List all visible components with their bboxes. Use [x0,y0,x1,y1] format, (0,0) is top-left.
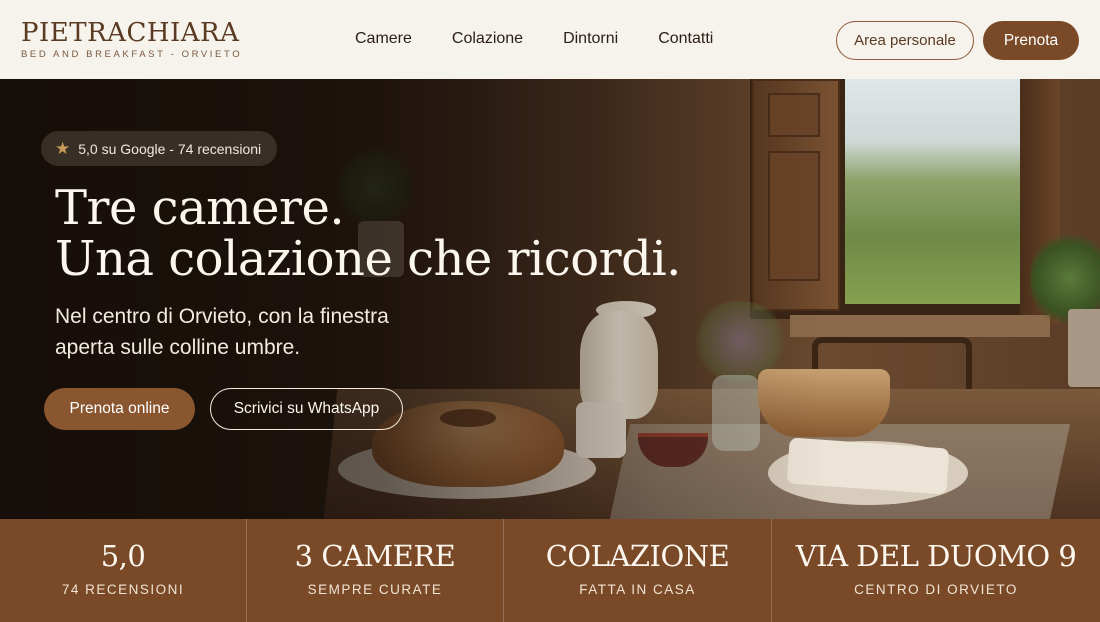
account-button[interactable]: Area personale [836,21,974,60]
hero-subtitle-line-1: Nel centro di Orvieto, con la finestra [55,305,389,328]
book-button[interactable]: Prenota [983,21,1079,60]
hero-subtitle: Nel centro di Orvieto, con la finestra a… [55,301,455,363]
nav-item-contatti[interactable]: Contatti [658,30,713,48]
stat-value: VIA DEL DUOMO 9 [795,539,1077,573]
star-icon: ★ [55,138,71,158]
stats-bar: 5,0 74 RECENSIONI 3 CAMERE SEMPRE CURATE… [0,519,1100,622]
whatsapp-button[interactable]: Scrivici su WhatsApp [210,388,403,430]
nav-item-camere[interactable]: Camere [355,30,412,48]
brand-logo[interactable]: PIETRACHIARA BED AND BREAKFAST - ORVIETO [21,19,242,60]
stat-label: 74 RECENSIONI [61,582,185,597]
nav-item-colazione[interactable]: Colazione [452,30,523,48]
stat-rooms: 3 CAMERE SEMPRE CURATE [247,519,504,622]
stat-label: CENTRO DI ORVIETO [854,582,1018,597]
stat-address: VIA DEL DUOMO 9 CENTRO DI ORVIETO [772,519,1100,622]
rating-text: 5,0 su Google - 74 recensioni [78,140,262,157]
stat-breakfast: COLAZIONE FATTA IN CASA [504,519,772,622]
book-online-button[interactable]: Prenota online [44,388,195,430]
stat-rating: 5,0 74 RECENSIONI [0,519,247,622]
hero-subtitle-line-2: aperta sulle colline umbre. [55,336,301,359]
hero-title: Tre camere. Una colazione che ricordi. [55,183,681,285]
stat-label: FATTA IN CASA [579,582,696,597]
hero-title-line-1: Tre camere. [55,180,345,236]
stat-value: 3 CAMERE [294,539,456,573]
hero-title-line-2: Una colazione che ricordi. [55,231,681,287]
stat-value: 5,0 [100,539,146,573]
rating-badge[interactable]: ★ 5,0 su Google - 74 recensioni [41,131,278,166]
stat-value: COLAZIONE [545,539,730,573]
nav-item-dintorni[interactable]: Dintorni [563,30,618,48]
brand-name: PIETRACHIARA [21,18,240,48]
site-header: PIETRACHIARA BED AND BREAKFAST - ORVIETO… [0,0,1100,79]
main-nav: Camere Colazione Dintorni Contatti [355,30,753,48]
stat-label: SEMPRE CURATE [307,582,443,597]
hero-section: ★ 5,0 su Google - 74 recensioni Tre came… [0,79,1100,519]
brand-tagline: BED AND BREAKFAST - ORVIETO [21,49,243,60]
